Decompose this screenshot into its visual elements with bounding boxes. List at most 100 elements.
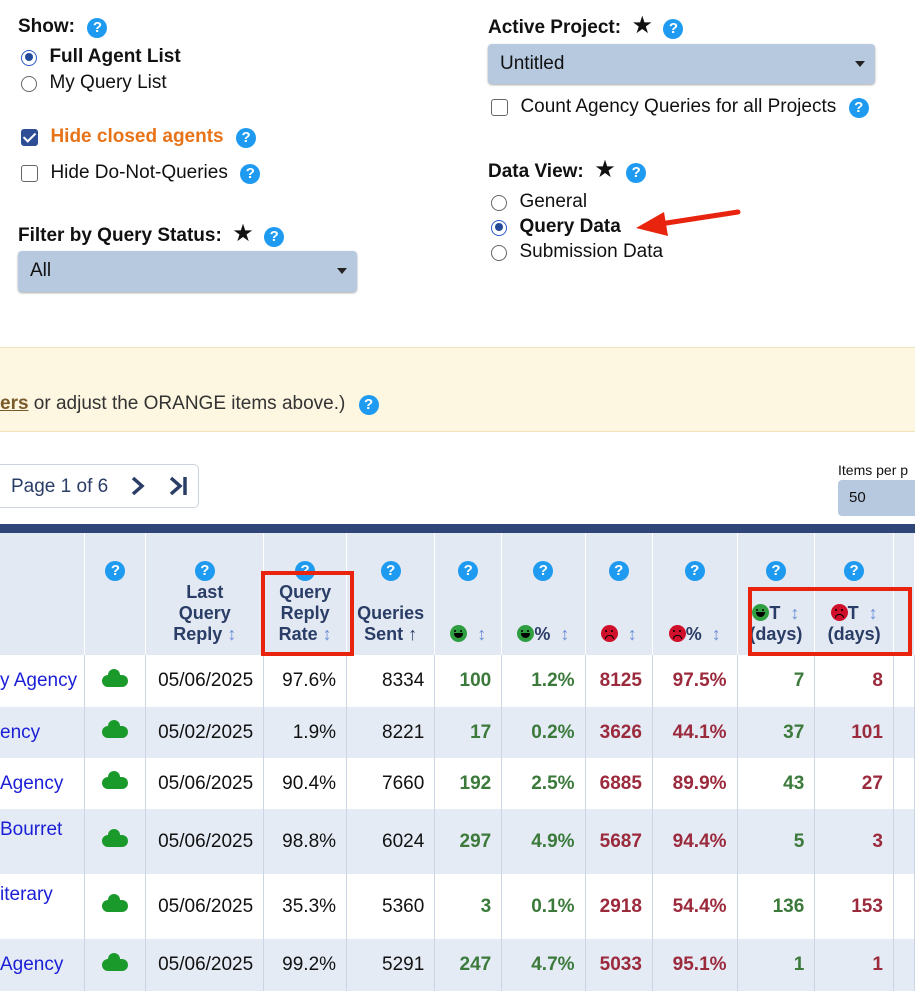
negative-time-cell: 8: [814, 655, 894, 707]
filter-status-label: Filter by Query Status:: [18, 225, 222, 246]
sort-up-icon[interactable]: ↑: [408, 624, 417, 644]
help-icon[interactable]: ?: [608, 561, 629, 581]
help-icon[interactable]: ?: [848, 98, 869, 118]
agency-name-value[interactable]: iterary: [0, 884, 84, 906]
col-last-reply-header[interactable]: ? Last Query Reply ↕: [145, 533, 265, 655]
negative-count-value: 3626: [599, 721, 642, 743]
hide-dnq-toggle[interactable]: Hide Do-Not-Queries ?: [21, 162, 261, 184]
banner-text: or adjust the ORANGE items above.): [28, 393, 346, 414]
show-option-my-query-list[interactable]: My Query List: [21, 72, 167, 94]
col-negative-pct-header[interactable]: ? % ↕: [652, 533, 738, 655]
positive-pct-cell: 4.9%: [501, 809, 586, 874]
help-icon[interactable]: ?: [240, 164, 261, 184]
data-view-query-data[interactable]: Query Data: [491, 216, 621, 238]
highlight-response-times: [748, 587, 912, 656]
agency-name-value[interactable]: Agency: [0, 954, 63, 975]
count-all-projects-toggle[interactable]: Count Agency Queries for all Projects ?: [491, 96, 869, 118]
agency-name-value[interactable]: Agency: [0, 773, 63, 794]
hide-closed-agents-toggle[interactable]: Hide closed agents ?: [21, 126, 257, 148]
sort-icon[interactable]: ↕: [477, 624, 486, 644]
last-reply-date-value: 05/06/2025: [158, 830, 254, 852]
negative-pct-cell: 89.9%: [652, 758, 738, 809]
negative-time-value: 3: [872, 830, 883, 852]
col-positive-pct-header[interactable]: ? % ↕: [501, 533, 586, 655]
negative-count-value: 5687: [599, 830, 642, 852]
table-row[interactable]: Agency 05/06/2025 90.4% 7660 192 2.5% 6885 89.9…: [0, 758, 915, 809]
last-reply-date-cell: 05/06/2025: [145, 809, 265, 874]
help-icon[interactable]: ?: [626, 163, 647, 183]
table-row[interactable]: y Agency 05/06/2025 97.6% 8334 100 1.2% 8125 97…: [0, 655, 915, 707]
radio-query-data[interactable]: [491, 219, 507, 236]
count-all-checkbox[interactable]: [491, 99, 508, 117]
show-option-full-agent-list[interactable]: Full Agent List: [21, 46, 181, 68]
help-icon[interactable]: ?: [663, 19, 684, 39]
items-per-page-label: Items per p: [838, 462, 909, 478]
help-icon[interactable]: ?: [87, 18, 108, 38]
items-per-page-select[interactable]: 50: [838, 480, 915, 516]
sort-icon[interactable]: ↕: [628, 624, 637, 644]
sort-icon[interactable]: ↕: [560, 624, 569, 644]
help-icon[interactable]: ?: [844, 561, 865, 581]
hide-dnq-checkbox[interactable]: [21, 165, 38, 183]
help-icon[interactable]: ?: [765, 561, 786, 581]
help-icon[interactable]: ?: [236, 128, 257, 148]
col-status-header: ?: [84, 533, 147, 655]
sort-icon[interactable]: ↕: [227, 624, 236, 644]
radio-full-agent-list[interactable]: [21, 49, 37, 66]
header-text: Query: [178, 603, 231, 623]
agency-name-value[interactable]: ency: [0, 722, 40, 743]
negative-time-cell: 27: [814, 758, 894, 809]
table-row[interactable]: ency 05/02/2025 1.9% 8221 17 0.2% 3626 44.1% 37 1…: [0, 707, 915, 758]
positive-pct-value: 2.5%: [531, 772, 575, 794]
agency-name-value[interactable]: Bourret: [0, 819, 84, 841]
help-icon[interactable]: ?: [105, 561, 126, 581]
sort-icon[interactable]: ↕: [712, 624, 721, 644]
help-icon[interactable]: ?: [194, 561, 215, 581]
next-page-icon[interactable]: [130, 476, 146, 496]
overflow-cell: [893, 758, 915, 809]
radio-submission-data[interactable]: [491, 244, 507, 261]
positive-time-cell: 1: [737, 939, 816, 991]
help-icon[interactable]: ?: [264, 227, 285, 247]
radio-general[interactable]: [491, 194, 507, 211]
positive-time-cell: 37: [737, 707, 816, 758]
help-icon[interactable]: ?: [458, 561, 479, 581]
show-label: Show:: [18, 16, 75, 37]
positive-pct-value: 0.1%: [531, 895, 575, 917]
agency-name-cell: Agency: [0, 758, 86, 809]
negative-count-cell: 6885: [585, 758, 653, 809]
agency-name-value[interactable]: y Agency: [0, 670, 77, 691]
help-icon[interactable]: ?: [684, 561, 705, 581]
reply-rate-value: 35.3%: [282, 895, 337, 917]
table-row[interactable]: Agency 05/06/2025 99.2% 5291 247 4.7% 5033 95.1…: [0, 939, 915, 991]
col-positive-header[interactable]: ? ↕: [434, 533, 503, 655]
queries-sent-value: 7660: [382, 772, 425, 794]
hide-closed-checkbox[interactable]: [21, 129, 38, 147]
negative-pct-value: 97.5%: [672, 670, 727, 691]
queries-sent-value: 8221: [382, 721, 425, 743]
help-icon[interactable]: ?: [533, 561, 554, 581]
items-per-page-value: 50: [849, 489, 866, 506]
cloud-icon: [102, 829, 129, 848]
query-status-select[interactable]: All: [18, 251, 357, 292]
star-icon: ★: [232, 220, 254, 247]
negative-pct-value: 54.4%: [672, 895, 727, 917]
table-row[interactable]: Bourret 05/06/2025 98.8% 6024 297 4.9% 5687 94.…: [0, 809, 915, 874]
last-reply-date-value: 05/06/2025: [158, 772, 254, 794]
table-row[interactable]: iterary 05/06/2025 35.3% 5360 3 0.1% 2918 54.4%…: [0, 874, 915, 939]
last-page-icon[interactable]: [168, 476, 190, 496]
help-icon[interactable]: ?: [380, 561, 401, 581]
banner-link[interactable]: ers: [0, 393, 29, 414]
col-negative-header[interactable]: ? ↕: [585, 533, 653, 655]
positive-time-value: 7: [793, 670, 805, 691]
negative-count-cell: 5033: [585, 939, 653, 991]
radio-my-query-list[interactable]: [21, 75, 37, 92]
active-project-select[interactable]: Untitled: [488, 44, 875, 84]
status-cell: [84, 874, 147, 939]
help-icon[interactable]: ?: [358, 395, 379, 415]
positive-pct-cell: 0.2%: [501, 707, 586, 758]
data-view-general[interactable]: General: [491, 191, 587, 213]
col-queries-sent-header[interactable]: ? Queries Sent ↑: [346, 533, 436, 655]
queries-sent-cell: 8334: [346, 655, 436, 707]
overflow-cell: [893, 874, 915, 939]
